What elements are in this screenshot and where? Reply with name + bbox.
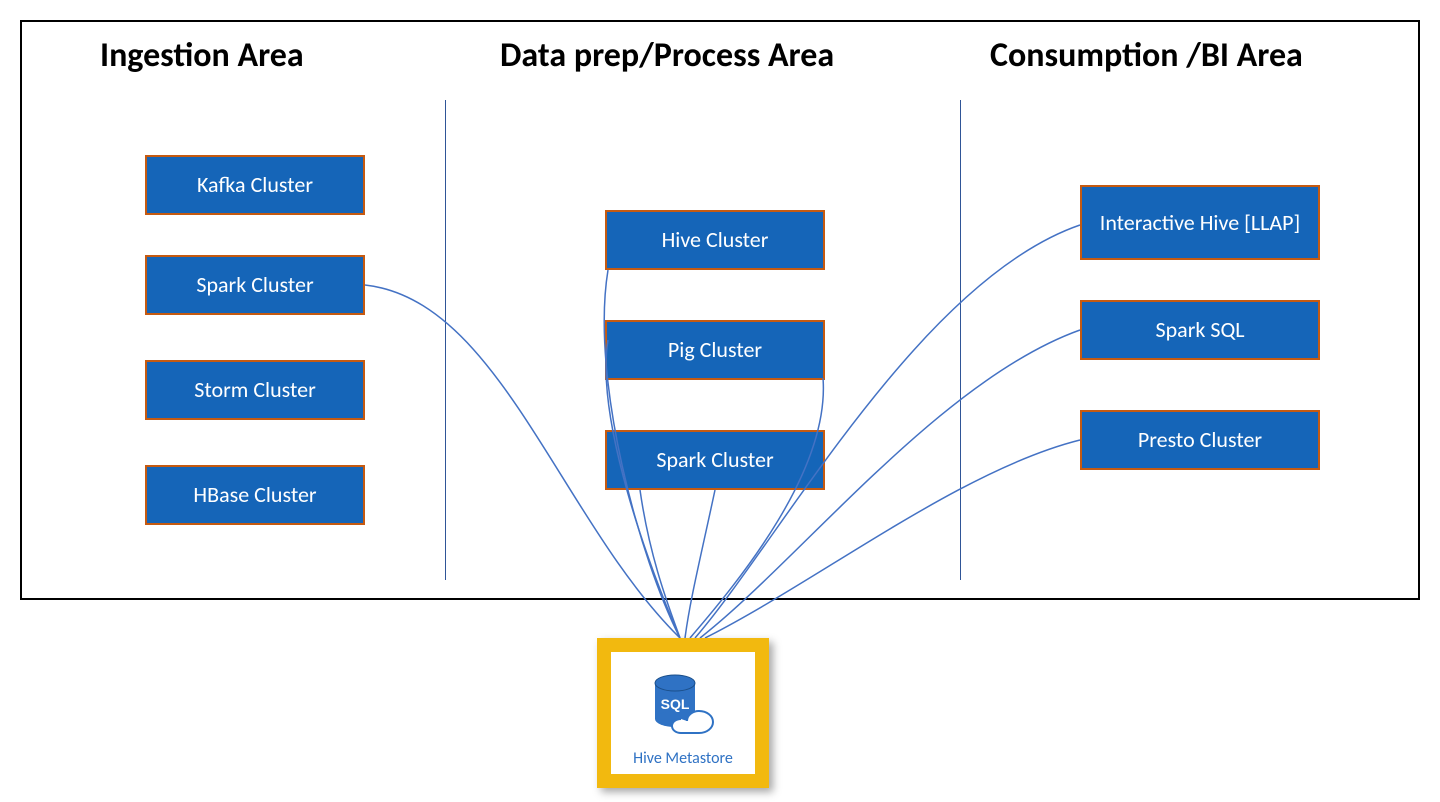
hive-metastore-label: Hive Metastore xyxy=(633,749,733,768)
node-interactive-hive-llap: Interactive Hive [LLAP] xyxy=(1080,185,1320,260)
node-spark-sql: Spark SQL xyxy=(1080,300,1320,360)
area-title-process: Data prep/Process Area xyxy=(500,35,834,76)
node-spark-cluster-ingestion: Spark Cluster xyxy=(145,255,365,315)
area-title-ingestion: Ingestion Area xyxy=(100,35,304,76)
divider-2 xyxy=(960,100,961,580)
node-spark-cluster-process: Spark Cluster xyxy=(605,430,825,490)
sql-icon-text: SQL xyxy=(661,696,690,712)
hive-metastore: SQL Hive Metastore xyxy=(597,638,769,788)
node-hbase-cluster: HBase Cluster xyxy=(145,465,365,525)
node-hive-cluster: Hive Cluster xyxy=(605,210,825,270)
area-title-consume: Consumption /BI Area xyxy=(990,35,1303,76)
divider-1 xyxy=(445,100,446,580)
node-pig-cluster: Pig Cluster xyxy=(605,320,825,380)
sql-database-icon: SQL xyxy=(643,669,723,749)
node-presto-cluster: Presto Cluster xyxy=(1080,410,1320,470)
node-storm-cluster: Storm Cluster xyxy=(145,360,365,420)
node-kafka-cluster: Kafka Cluster xyxy=(145,155,365,215)
